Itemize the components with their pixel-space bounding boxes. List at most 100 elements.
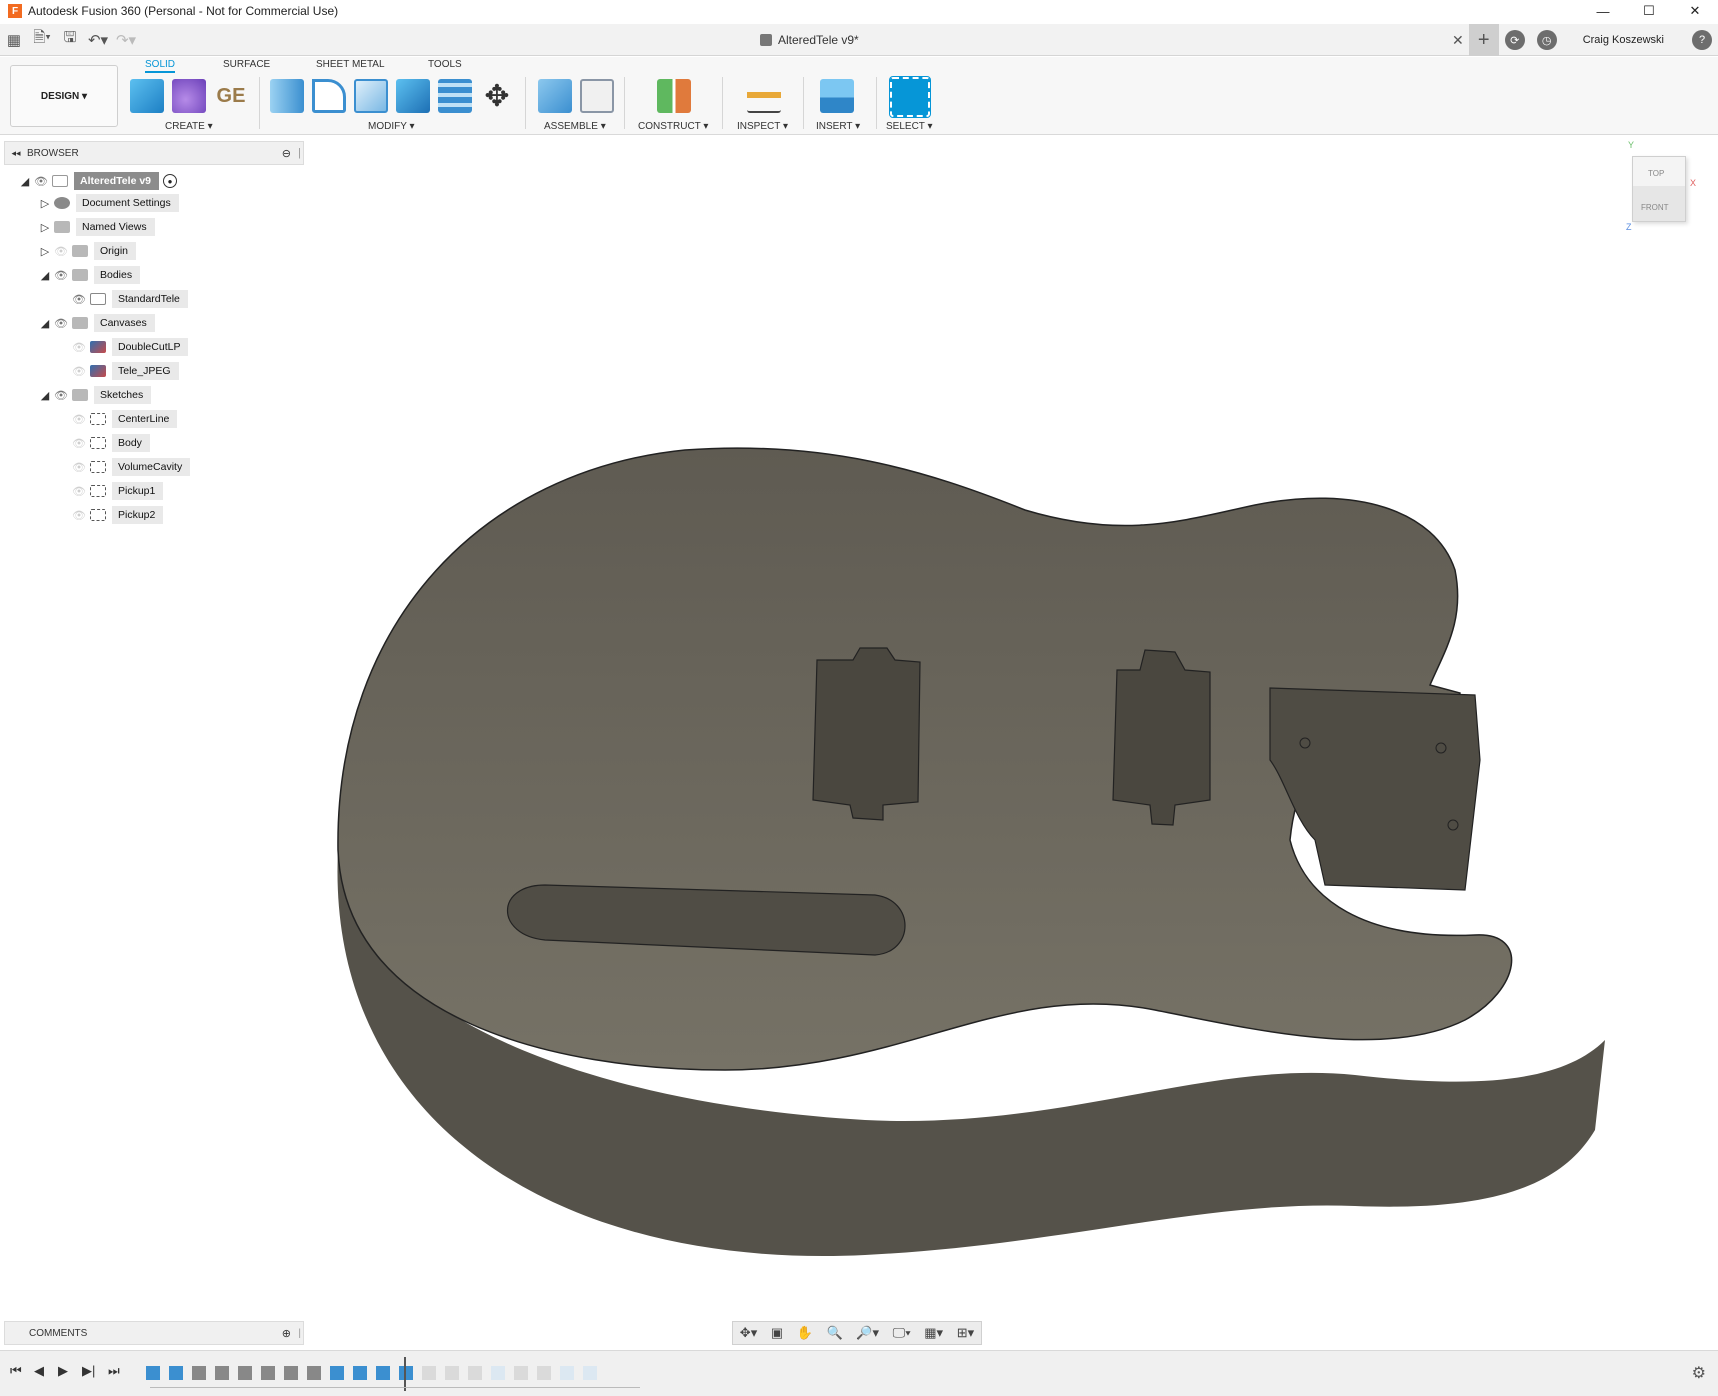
visibility-eye-icon[interactable]: 👁 xyxy=(70,413,88,426)
maximize-button[interactable]: ☐ xyxy=(1626,0,1672,22)
shell-icon[interactable] xyxy=(438,79,472,113)
create-form-icon[interactable] xyxy=(172,79,206,113)
visibility-eye-icon[interactable]: 👁 xyxy=(70,485,88,498)
browser-pin-icon[interactable]: | xyxy=(298,147,301,159)
timeline-feature-icon[interactable] xyxy=(353,1366,367,1380)
expand-root-icon[interactable]: ◢ xyxy=(18,175,32,188)
fit-zoom-icon[interactable]: 🔎▾ xyxy=(856,1325,879,1341)
expand-toggle-icon[interactable]: ▷ xyxy=(38,245,52,258)
timeline-feature-icon[interactable] xyxy=(422,1366,436,1380)
joint-icon[interactable] xyxy=(580,79,614,113)
new-component-icon[interactable] xyxy=(130,79,164,113)
press-pull-icon[interactable] xyxy=(270,79,304,113)
view-cube[interactable]: Y TOP FRONT X Z xyxy=(1620,140,1700,250)
browser-item[interactable]: ▷ Document Settings xyxy=(38,193,179,213)
tab-tools[interactable]: TOOLS xyxy=(428,59,462,70)
visibility-eye-icon[interactable]: 👁 xyxy=(70,341,88,354)
pan-hand-icon[interactable]: ✋ xyxy=(797,1325,813,1341)
job-status-icon[interactable]: ◷ xyxy=(1536,30,1557,50)
timeline-feature-icon[interactable] xyxy=(261,1366,275,1380)
new-joint-component-icon[interactable] xyxy=(538,79,572,113)
timeline-feature-icon[interactable] xyxy=(146,1366,160,1380)
collapse-browser-icon[interactable]: ◂◂ xyxy=(5,148,27,159)
move-copy-icon[interactable]: ✥ xyxy=(480,79,514,113)
browser-item[interactable]: 👁 Pickup1 xyxy=(56,481,164,501)
expand-toggle-icon[interactable]: ◢ xyxy=(38,389,52,402)
undo-icon[interactable]: ↶▾ xyxy=(84,28,112,52)
view-cube-box[interactable]: TOP FRONT xyxy=(1632,156,1686,222)
timeline-back-icon[interactable]: ◀ xyxy=(34,1363,44,1379)
browser-item[interactable]: ◢ 👁 Canvases xyxy=(38,313,155,333)
visibility-eye-icon[interactable]: 👁 xyxy=(52,269,70,282)
timeline-end-icon[interactable]: ⏭ xyxy=(108,1363,120,1379)
timeline-marker[interactable] xyxy=(404,1357,406,1391)
comments-pin-icon[interactable]: | xyxy=(298,1328,301,1339)
timeline-feature-icon[interactable] xyxy=(238,1366,252,1380)
workspace-switcher[interactable]: DESIGN ▾ xyxy=(10,65,118,127)
browser-item[interactable]: ◢ 👁 Sketches xyxy=(38,385,152,405)
browser-item[interactable]: 👁 CenterLine xyxy=(56,409,178,429)
timeline-feature-icon[interactable] xyxy=(468,1366,482,1380)
data-panel-grid-icon[interactable]: ▦ xyxy=(0,28,28,52)
save-icon[interactable]: 🖫 xyxy=(56,28,84,52)
new-tab-plus-icon[interactable]: + xyxy=(1468,24,1499,56)
timeline-settings-gear-icon[interactable]: ⚙ xyxy=(1692,1363,1706,1383)
timeline-feature-icon[interactable] xyxy=(514,1366,528,1380)
visibility-eye-icon[interactable]: 👁 xyxy=(70,509,88,522)
timeline-feature-icon[interactable] xyxy=(399,1366,413,1380)
assemble-menu[interactable]: ASSEMBLE ▾ xyxy=(544,121,606,132)
visibility-eye-icon[interactable]: 👁 xyxy=(70,293,88,306)
browser-item[interactable]: 👁 Tele_JPEG xyxy=(56,361,179,381)
browser-item[interactable]: 👁 DoubleCutLP xyxy=(56,337,189,357)
orbit-icon[interactable]: ✥▾ xyxy=(740,1325,757,1341)
expand-toggle-icon[interactable]: ◢ xyxy=(38,317,52,330)
timeline-play-icon[interactable]: ▶ xyxy=(58,1363,68,1379)
file-menu-icon[interactable]: 🗎▾ xyxy=(28,28,56,52)
timeline-feature-icon[interactable] xyxy=(491,1366,505,1380)
user-name[interactable]: Craig Koszewski xyxy=(1583,34,1664,46)
insert-menu[interactable]: INSERT ▾ xyxy=(816,121,860,132)
timeline-forward-icon[interactable]: ▶| xyxy=(82,1363,95,1379)
ge-addin-icon[interactable]: GE xyxy=(214,79,248,113)
construct-menu[interactable]: CONSTRUCT ▾ xyxy=(638,121,708,132)
browser-item[interactable]: ◢ 👁 Bodies xyxy=(38,265,141,285)
fillet-icon[interactable] xyxy=(312,79,346,113)
timeline-feature-icon[interactable] xyxy=(169,1366,183,1380)
insert-canvas-icon[interactable] xyxy=(820,79,854,113)
look-at-icon[interactable]: ▣ xyxy=(771,1325,783,1341)
timeline-feature-icon[interactable] xyxy=(307,1366,321,1380)
combine-icon[interactable] xyxy=(396,79,430,113)
visibility-eye-icon[interactable]: 👁 xyxy=(32,175,50,188)
select-icon[interactable] xyxy=(889,76,931,118)
redo-icon[interactable]: ↷▾ xyxy=(112,28,140,52)
activate-radio-icon[interactable]: ● xyxy=(163,174,178,188)
timeline-feature-icon[interactable] xyxy=(445,1366,459,1380)
tab-surface[interactable]: SURFACE xyxy=(223,59,270,70)
minimize-button[interactable]: — xyxy=(1580,0,1626,22)
browser-item[interactable]: 👁 Pickup2 xyxy=(56,505,164,525)
add-comment-icon[interactable]: ⊕ xyxy=(282,1327,291,1340)
timeline-feature-icon[interactable] xyxy=(330,1366,344,1380)
timeline-feature-icon[interactable] xyxy=(192,1366,206,1380)
timeline-feature-icon[interactable] xyxy=(583,1366,597,1380)
browser-item[interactable]: ▷ Named Views xyxy=(38,217,155,237)
inspect-menu[interactable]: INSPECT ▾ xyxy=(737,121,788,132)
chamfer-icon[interactable] xyxy=(354,79,388,113)
create-menu[interactable]: CREATE ▾ xyxy=(165,121,213,132)
select-menu[interactable]: SELECT ▾ xyxy=(886,121,933,132)
comments-panel[interactable]: COMMENTS ⊕ | xyxy=(4,1321,304,1345)
measure-icon[interactable] xyxy=(747,79,781,113)
grid-settings-icon[interactable]: ▦▾ xyxy=(924,1325,943,1341)
offset-plane-icon[interactable] xyxy=(657,79,691,113)
canvas-viewport[interactable] xyxy=(305,140,1718,1318)
browser-item[interactable]: 👁 VolumeCavity xyxy=(56,457,191,477)
timeline-feature-icon[interactable] xyxy=(284,1366,298,1380)
document-tab[interactable]: AlteredTele v9* xyxy=(760,24,859,56)
zoom-icon[interactable]: 🔍 xyxy=(827,1325,843,1341)
display-settings-icon[interactable]: 🖵▾ xyxy=(893,1325,911,1341)
close-window-button[interactable]: ✕ xyxy=(1672,0,1718,22)
view-cube-top[interactable]: TOP xyxy=(1648,169,1664,178)
visibility-eye-icon[interactable]: 👁 xyxy=(70,365,88,378)
expand-toggle-icon[interactable]: ▷ xyxy=(38,197,52,210)
tab-solid[interactable]: SOLID xyxy=(145,59,176,73)
